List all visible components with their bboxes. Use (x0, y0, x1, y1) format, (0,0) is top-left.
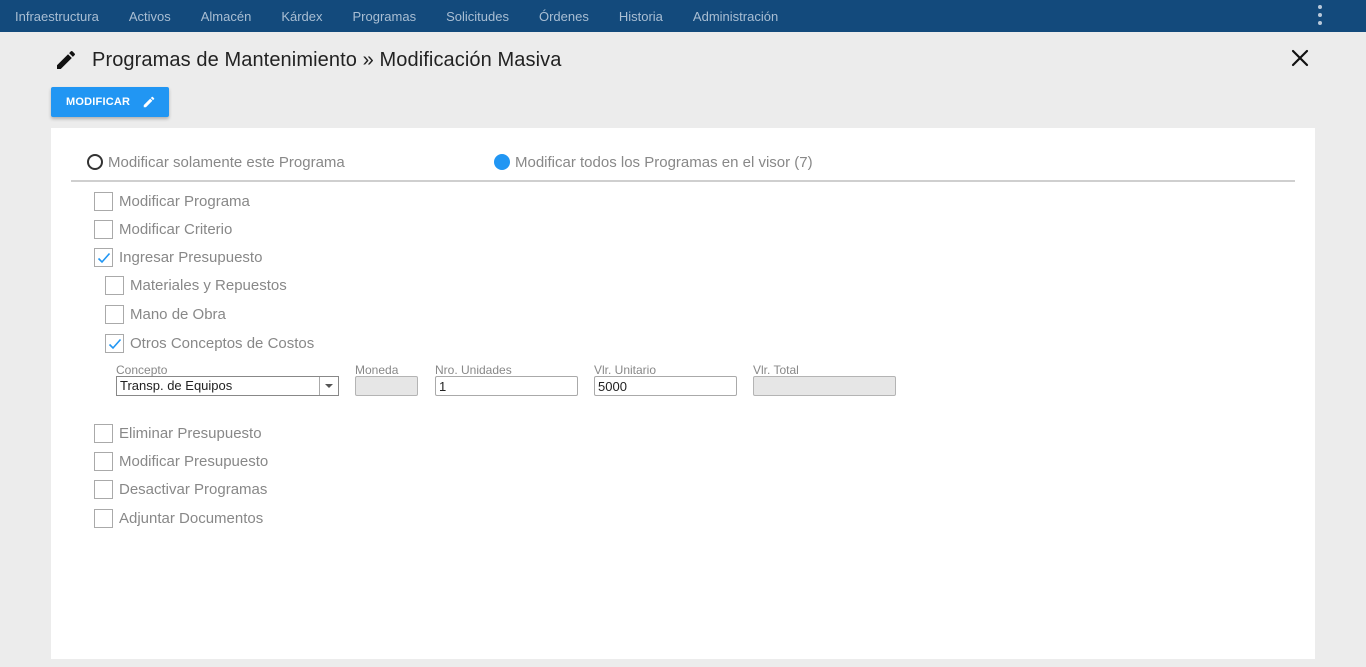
nro-unidades-label: Nro. Unidades (435, 363, 512, 377)
vlr-total-label: Vlr. Total (753, 363, 799, 377)
nav-item-kardex[interactable]: Kárdex (266, 0, 337, 32)
checkbox-box (94, 508, 113, 528)
nav-item-infraestructura[interactable]: Infraestructura (0, 0, 114, 32)
checkbox-box (94, 219, 113, 239)
radio-all-programs[interactable]: Modificar todos los Programas en el viso… (494, 150, 813, 174)
checkbox-box (94, 423, 113, 443)
checkbox-ingresar-presupuesto[interactable]: Ingresar Presupuesto (94, 246, 262, 268)
nro-unidades-field[interactable] (435, 376, 578, 396)
page-title: Programas de Mantenimiento » Modificació… (92, 48, 562, 71)
concepto-label: Concepto (116, 363, 168, 377)
moneda-label: Moneda (355, 363, 399, 377)
checkbox-box (94, 479, 113, 499)
chevron-down-icon (319, 377, 338, 395)
radio-selected (494, 154, 510, 170)
checkmark-icon (108, 338, 122, 349)
vlr-unitario-field[interactable] (594, 376, 737, 396)
page-header: Programas de Mantenimiento » Modificació… (54, 46, 561, 74)
top-nav-bar: Infraestructura Activos Almacén Kárdex P… (0, 0, 1366, 32)
divider (71, 180, 1295, 182)
checkbox-box (94, 451, 113, 471)
nav-item-solicitudes[interactable]: Solicitudes (431, 0, 524, 32)
checkbox-box (105, 275, 124, 295)
radio-single-program[interactable]: Modificar solamente este Programa (87, 150, 345, 174)
pencil-icon (143, 96, 155, 108)
checkbox-eliminar-presupuesto[interactable]: Eliminar Presupuesto (94, 422, 262, 444)
concepto-select[interactable]: Transp. de Equipos (116, 376, 339, 396)
checkbox-modificar-criterio[interactable]: Modificar Criterio (94, 218, 232, 240)
checkbox-box-checked (94, 247, 113, 267)
nav-item-programas[interactable]: Programas (338, 0, 432, 32)
moneda-field[interactable] (355, 376, 418, 396)
close-icon[interactable] (1288, 46, 1312, 70)
nav-item-almacen[interactable]: Almacén (186, 0, 267, 32)
checkbox-box (94, 191, 113, 211)
pencil-icon (57, 50, 76, 69)
vlr-total-field[interactable] (753, 376, 896, 396)
checkbox-otros-conceptos[interactable]: Otros Conceptos de Costos (105, 332, 314, 354)
nav-item-activos[interactable]: Activos (114, 0, 186, 32)
checkbox-desactivar-programas[interactable]: Desactivar Programas (94, 478, 267, 500)
checkbox-box (105, 304, 124, 324)
checkbox-materiales-repuestos[interactable]: Materiales y Repuestos (105, 274, 287, 296)
checkbox-modificar-presupuesto[interactable]: Modificar Presupuesto (94, 450, 268, 472)
concepto-value: Transp. de Equipos (120, 378, 233, 393)
nav-item-administracion[interactable]: Administración (678, 0, 793, 32)
checkbox-box-checked (105, 333, 124, 353)
checkmark-icon (97, 252, 111, 263)
checkbox-modificar-programa[interactable]: Modificar Programa (94, 190, 250, 212)
modify-button-label: MODIFICAR (66, 96, 131, 108)
modify-button[interactable]: MODIFICAR (51, 87, 169, 117)
more-vert-icon[interactable] (1316, 5, 1324, 25)
checkbox-mano-obra[interactable]: Mano de Obra (105, 303, 226, 325)
vlr-unitario-label: Vlr. Unitario (594, 363, 657, 377)
nav-item-ordenes[interactable]: Órdenes (524, 0, 604, 32)
nav-item-historia[interactable]: Historia (604, 0, 678, 32)
checkbox-adjuntar-documentos[interactable]: Adjuntar Documentos (94, 507, 263, 529)
radio-unselected (87, 154, 103, 170)
